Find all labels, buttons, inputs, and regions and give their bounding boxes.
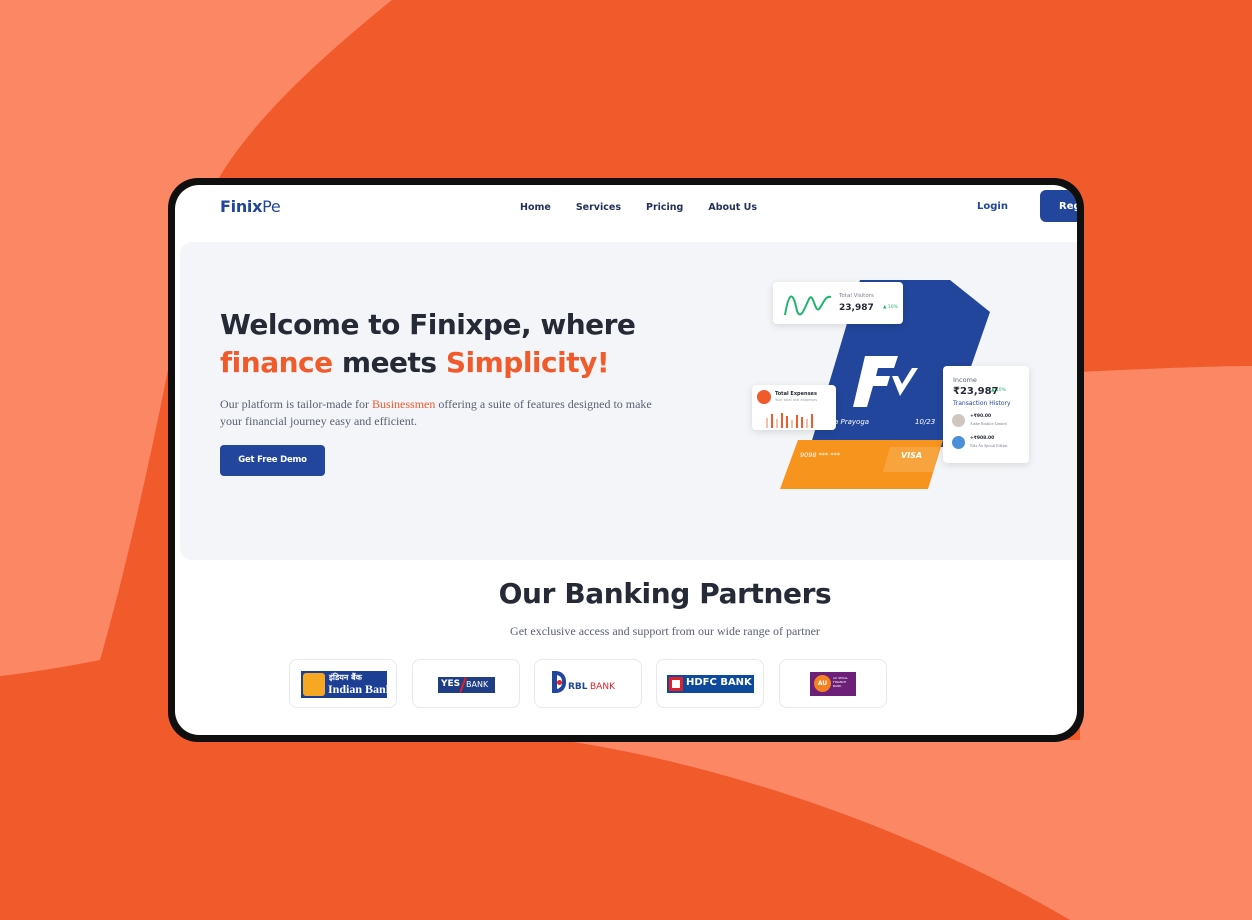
hero-title-meets: meets (332, 346, 446, 379)
expenses-icon (757, 390, 771, 404)
hero-subtitle-highlight: Businessmen (372, 397, 436, 411)
expenses-subtitle: Your total anti expenses (775, 398, 818, 402)
main-menu: Home Services Pricing About Us (520, 202, 757, 213)
transaction-history-title: Transaction History (953, 400, 1011, 407)
hero-title-simplicity: Simplicity! (445, 346, 610, 379)
card-expiry: 10/23 (915, 418, 936, 426)
visitors-label: Total Visitors (839, 293, 874, 299)
visitors-change: ▲ 10% (883, 305, 898, 310)
visitors-value: 23,987 (839, 303, 874, 313)
bank-logo-indian-bank[interactable]: इंडियन बैंक Indian Bank (289, 659, 397, 708)
nav-services-link[interactable]: Services (576, 202, 621, 213)
bank-logo-hdfc-bank[interactable]: HDFC BANK (656, 659, 764, 708)
expenses-bar-chart (766, 413, 813, 428)
hdfc-emblem-icon (669, 677, 683, 691)
indian-bank-name: Indian Bank (328, 682, 393, 696)
bank-logo-yes-bank[interactable]: YES BANK (412, 659, 520, 708)
hdfc-bank-text: HDFC BANK (686, 677, 752, 688)
rbl-bank-dot (557, 680, 562, 685)
finixpe-logo[interactable]: FinixPe (220, 197, 281, 216)
hero-subtitle: Our platform is tailor-made for Business… (220, 396, 665, 430)
nav-pricing-link[interactable]: Pricing (646, 202, 683, 213)
transaction-name: Adobe Rouhice Limited (970, 422, 1007, 426)
login-link[interactable]: Login (977, 201, 1008, 212)
hero-title-finance: finance (220, 346, 333, 379)
bank-logo-au-bank[interactable]: AU AU SMALL FINANCE BANK (779, 659, 887, 708)
hero-illustration: a Prayoga 10/23 9098 *** *** VISA Total … (750, 272, 1050, 497)
hero-title-line1: Welcome to Finixpe, where (220, 308, 636, 341)
transaction-name: Nike Air Special Edition (970, 444, 1008, 448)
hero-subtitle-before: Our platform is tailor-made for (220, 397, 373, 411)
website-screen: FinixPe Home Services Pricing About Us L… (175, 185, 1077, 735)
yes-bank-logo: YES BANK (438, 677, 495, 693)
card-brand: VISA (901, 451, 923, 460)
indian-bank-logo: इंडियन बैंक Indian Bank (301, 671, 392, 698)
nav-about-link[interactable]: About Us (708, 202, 757, 213)
partners-subtitle: Get exclusive access and support from ou… (510, 624, 820, 638)
register-button[interactable]: Register (1040, 190, 1077, 222)
get-free-demo-button[interactable]: Get Free Demo (220, 445, 325, 476)
logo-text-finix: Finix (220, 197, 263, 216)
indian-bank-emblem-icon (303, 673, 325, 696)
tablet-frame: FinixPe Home Services Pricing About Us L… (168, 178, 1084, 742)
nav-home-link[interactable]: Home (520, 202, 551, 213)
hero-section: Welcome to Finixpe, where finance meets … (180, 242, 1077, 560)
rbl-text: RBL (568, 682, 588, 692)
hdfc-bank-logo: HDFC BANK (667, 675, 754, 693)
au-mark-icon: AU (814, 675, 831, 692)
rbl-bank-text: BANK (590, 682, 615, 692)
yes-bank-text-bank: BANK (466, 680, 489, 689)
income-card: Income ₹23,987 ▲ 10% Transaction History… (943, 366, 1029, 463)
card-holder-name: a Prayoga (834, 418, 870, 426)
top-navigation: FinixPe Home Services Pricing About Us L… (175, 185, 1077, 243)
yes-bank-text-yes: YES (441, 679, 461, 689)
transaction-avatar-icon (952, 414, 965, 427)
au-bank-name: AU SMALL FINANCE BANK (833, 676, 849, 688)
partners-title: Our Banking Partners (498, 577, 832, 610)
total-visitors-card: Total Visitors 23,987 ▲ 10% (773, 282, 903, 324)
visitors-line-icon (784, 295, 832, 316)
hero-title: Welcome to Finixpe, where finance meets … (220, 306, 636, 382)
income-label: Income (953, 376, 977, 384)
transaction-amount: +₹908.00 (970, 436, 995, 441)
total-expenses-card: Total Expenses Your total anti expenses (752, 385, 836, 430)
logo-text-pe: Pe (262, 197, 281, 216)
income-change: ▲ 10% (991, 388, 1006, 393)
card-number: 9098 *** *** (800, 451, 841, 459)
au-bank-logo: AU AU SMALL FINANCE BANK (810, 672, 856, 696)
transaction-avatar-icon (952, 436, 965, 449)
bank-logo-rbl-bank[interactable]: RBL BANK (534, 659, 642, 708)
expenses-title: Total Expenses (775, 391, 817, 397)
transaction-amount: +₹90.00 (970, 414, 992, 419)
